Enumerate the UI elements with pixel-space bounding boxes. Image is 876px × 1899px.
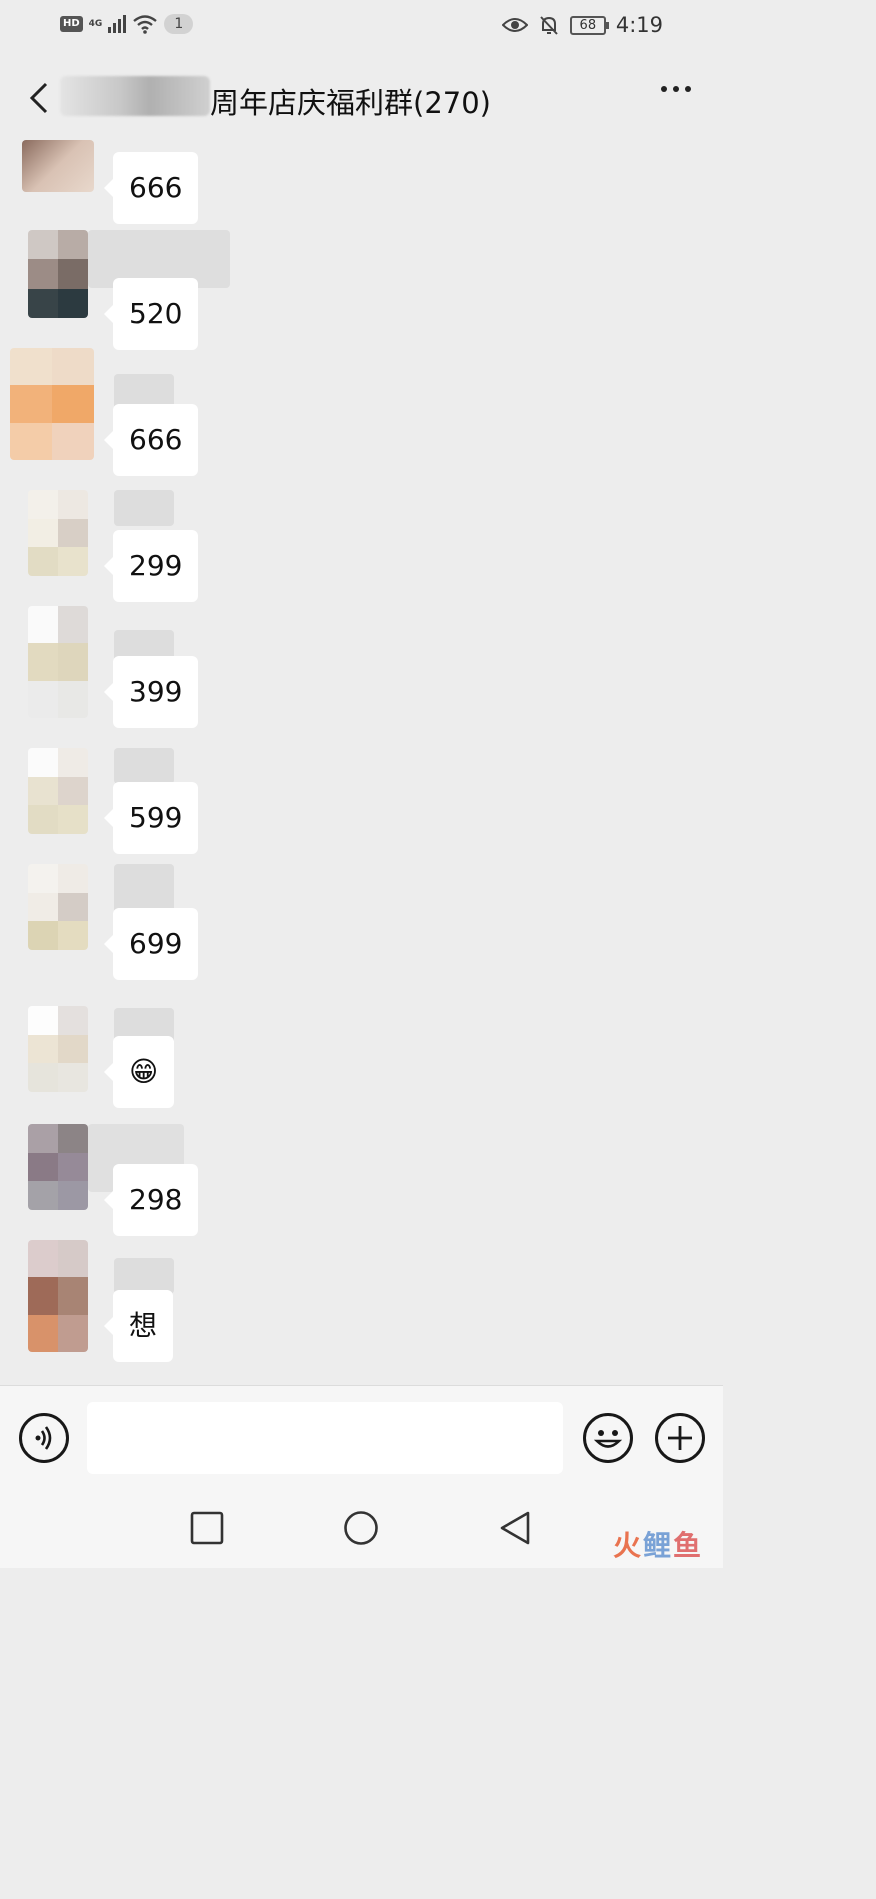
- chevron-left-icon: [29, 82, 48, 114]
- message-input[interactable]: [87, 1402, 563, 1474]
- message-item: 399: [0, 598, 723, 728]
- triangle-back-icon: [500, 1511, 530, 1545]
- system-back-button[interactable]: [497, 1510, 533, 1546]
- back-button[interactable]: [22, 78, 62, 118]
- watermark-char: 鱼: [672, 1529, 703, 1562]
- more-horizontal-icon: [661, 86, 667, 92]
- emoji-icon: [593, 1430, 623, 1448]
- message-bubble[interactable]: 😁: [103, 1036, 175, 1108]
- voice-button[interactable]: [19, 1413, 69, 1463]
- avatar[interactable]: [28, 490, 88, 576]
- bell-off-icon: [540, 16, 558, 35]
- recents-button[interactable]: [189, 1510, 225, 1546]
- sender-name-redacted: [114, 748, 174, 784]
- sim-badge: 1: [164, 14, 194, 34]
- watermark-char: 鲤: [642, 1529, 673, 1562]
- message-item: 298: [0, 1102, 723, 1236]
- signal-icon: [108, 15, 127, 33]
- message-item: 666: [0, 346, 723, 476]
- square-icon: [190, 1511, 224, 1545]
- avatar[interactable]: [28, 1240, 88, 1352]
- page-title[interactable]: 周年店庆福利群(270): [210, 80, 491, 122]
- sender-name-redacted: [114, 1258, 174, 1294]
- status-bar: HD 4G 1 68 4:19: [0, 0, 723, 56]
- group-name-redacted: [60, 76, 210, 116]
- message-item: 😁: [0, 976, 723, 1108]
- battery-icon: 68: [569, 15, 609, 35]
- network-type: 4G: [88, 19, 103, 29]
- avatar[interactable]: [10, 348, 94, 460]
- status-left: HD 4G 1: [60, 14, 194, 34]
- message-bubble[interactable]: 想: [103, 1290, 174, 1362]
- message-item: 520: [0, 228, 723, 354]
- plus-button[interactable]: [655, 1413, 705, 1463]
- message-bubble[interactable]: 298: [103, 1164, 199, 1236]
- message-bubble[interactable]: 399: [103, 656, 199, 728]
- voice-icon: [35, 1426, 52, 1450]
- sender-name-redacted: [114, 490, 174, 526]
- message-bubble[interactable]: 666: [103, 404, 199, 476]
- status-right: 68 4:19: [501, 13, 663, 37]
- avatar[interactable]: [22, 140, 94, 192]
- message-item: 599: [0, 724, 723, 854]
- circle-icon: [344, 1511, 378, 1545]
- home-button[interactable]: [343, 1510, 379, 1546]
- message-item: 299: [0, 472, 723, 602]
- emoji-button[interactable]: [583, 1413, 633, 1463]
- plus-icon: [668, 1426, 692, 1450]
- wifi-icon: [133, 15, 158, 34]
- message-item: 699: [0, 850, 723, 980]
- avatar[interactable]: [28, 864, 88, 950]
- clock: 4:19: [615, 13, 663, 37]
- message-bubble[interactable]: 699: [103, 908, 199, 980]
- message-bubble[interactable]: 599: [103, 782, 199, 854]
- avatar[interactable]: [28, 1006, 88, 1092]
- avatar[interactable]: [28, 748, 88, 834]
- watermark-char: 火: [612, 1529, 643, 1562]
- input-bar: [0, 1385, 723, 1490]
- hd-icon: HD: [60, 16, 83, 32]
- message-item: 想: [0, 1228, 723, 1362]
- message-bubble[interactable]: 520: [103, 278, 199, 350]
- avatar[interactable]: [28, 1124, 88, 1210]
- more-button[interactable]: [661, 86, 691, 92]
- watermark-logo: 火鲤鱼: [613, 1524, 703, 1564]
- message-bubble[interactable]: 666: [103, 152, 199, 224]
- message-bubble[interactable]: 299: [103, 530, 199, 602]
- avatar[interactable]: [28, 606, 88, 718]
- eye-icon: [501, 18, 528, 32]
- avatar[interactable]: [28, 230, 88, 318]
- system-nav-bar: 火鲤鱼: [0, 1490, 723, 1568]
